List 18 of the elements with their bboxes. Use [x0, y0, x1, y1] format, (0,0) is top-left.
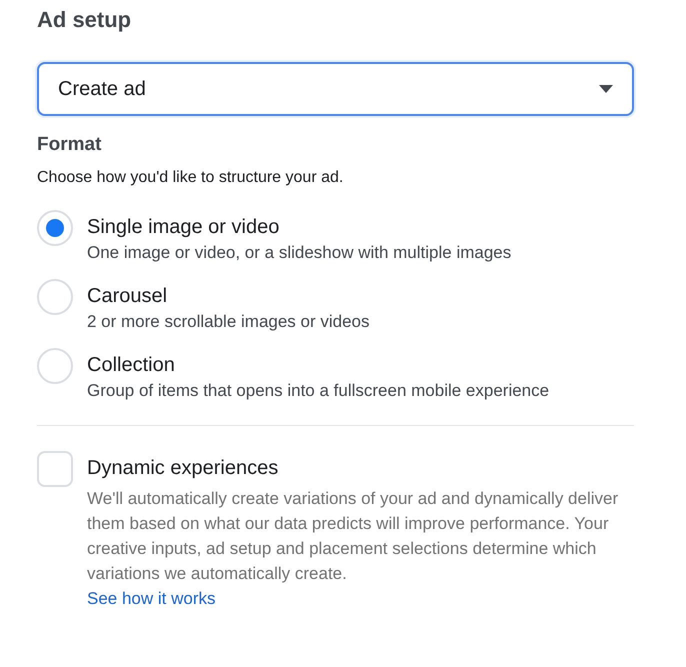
- caret-icon: [599, 84, 613, 94]
- option-label: Collection: [87, 353, 176, 378]
- option-description: 2 or more scrollable images or videos: [87, 311, 370, 333]
- option-description: One image or video, or a slideshow with multiple images: [87, 242, 512, 264]
- format-description: Choose how you'd like to structure your ad.: [37, 168, 344, 188]
- checkbox[interactable]: [37, 451, 73, 487]
- radio-button[interactable]: [37, 210, 73, 246]
- option-label: Carousel: [87, 284, 168, 309]
- format-heading: Format: [37, 133, 102, 157]
- option-description: We'll automatically create variations of your ad and dynamically deliver them based on what our data predicts will improve performance. Your creative inputs, ad setup and placement selections determine which variations we automatically create.: [87, 488, 620, 585]
- radio-button[interactable]: [37, 279, 73, 315]
- ad-type-dropdown[interactable]: Create ad: [37, 62, 634, 116]
- section-heading: Ad setup: [37, 6, 132, 34]
- see-how-it-works-link[interactable]: See how it works: [87, 586, 216, 611]
- option-label: Dynamic experiences: [87, 456, 280, 481]
- option-description: Group of items that opens into a fullscreen mobile experience: [87, 380, 550, 402]
- radio-button[interactable]: [37, 348, 73, 384]
- option-label: Single image or video: [87, 215, 280, 240]
